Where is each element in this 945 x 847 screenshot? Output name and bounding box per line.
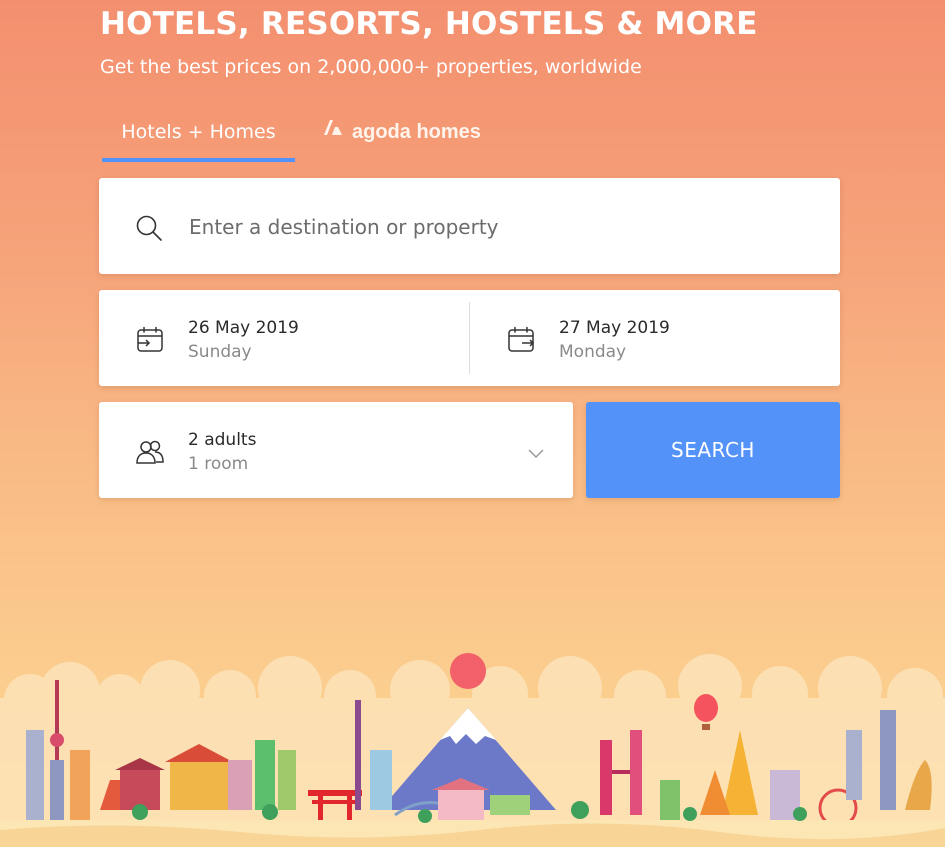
hero-subtitle: Get the best prices on 2,000,000+ proper… bbox=[100, 56, 642, 78]
date-picker: 26 May 2019 Sunday 27 May 2019 Monday bbox=[99, 290, 840, 386]
guests-icon bbox=[135, 438, 165, 470]
hero-title: HOTELS, RESORTS, HOSTELS & MORE bbox=[100, 6, 758, 42]
calendar-check-in-icon bbox=[136, 326, 164, 358]
tab-agoda-homes[interactable]: agoda homes bbox=[322, 112, 522, 158]
check-in-date[interactable]: 26 May 2019 Sunday bbox=[99, 290, 469, 386]
check-out-date-value: 27 May 2019 bbox=[559, 318, 670, 338]
check-out-date[interactable]: 27 May 2019 Monday bbox=[470, 290, 840, 386]
city-skyline-illustration bbox=[0, 653, 945, 847]
sun-illustration bbox=[450, 653, 486, 689]
search-tabs: Hotels + Homes agoda homes bbox=[102, 112, 542, 162]
search-button[interactable]: SEARCH bbox=[586, 402, 840, 498]
chevron-down-icon bbox=[527, 444, 545, 463]
occupancy-selector[interactable]: 2 adults 1 room bbox=[99, 402, 573, 498]
tab-hotels-homes[interactable]: Hotels + Homes bbox=[102, 112, 295, 162]
destination-search bbox=[99, 178, 840, 274]
search-icon bbox=[135, 214, 163, 246]
occupancy-guests: 2 adults bbox=[188, 430, 257, 450]
check-in-date-value: 26 May 2019 bbox=[188, 318, 299, 338]
destination-input[interactable] bbox=[187, 208, 811, 246]
tab-hotels-homes-label: Hotels + Homes bbox=[121, 121, 276, 143]
occupancy-rooms: 1 room bbox=[188, 454, 249, 474]
calendar-check-out-icon bbox=[507, 326, 535, 358]
check-in-day: Sunday bbox=[188, 342, 252, 362]
agoda-homes-logo-icon bbox=[322, 111, 344, 151]
check-out-day: Monday bbox=[559, 342, 627, 362]
tab-agoda-homes-label: agoda homes bbox=[352, 121, 481, 143]
